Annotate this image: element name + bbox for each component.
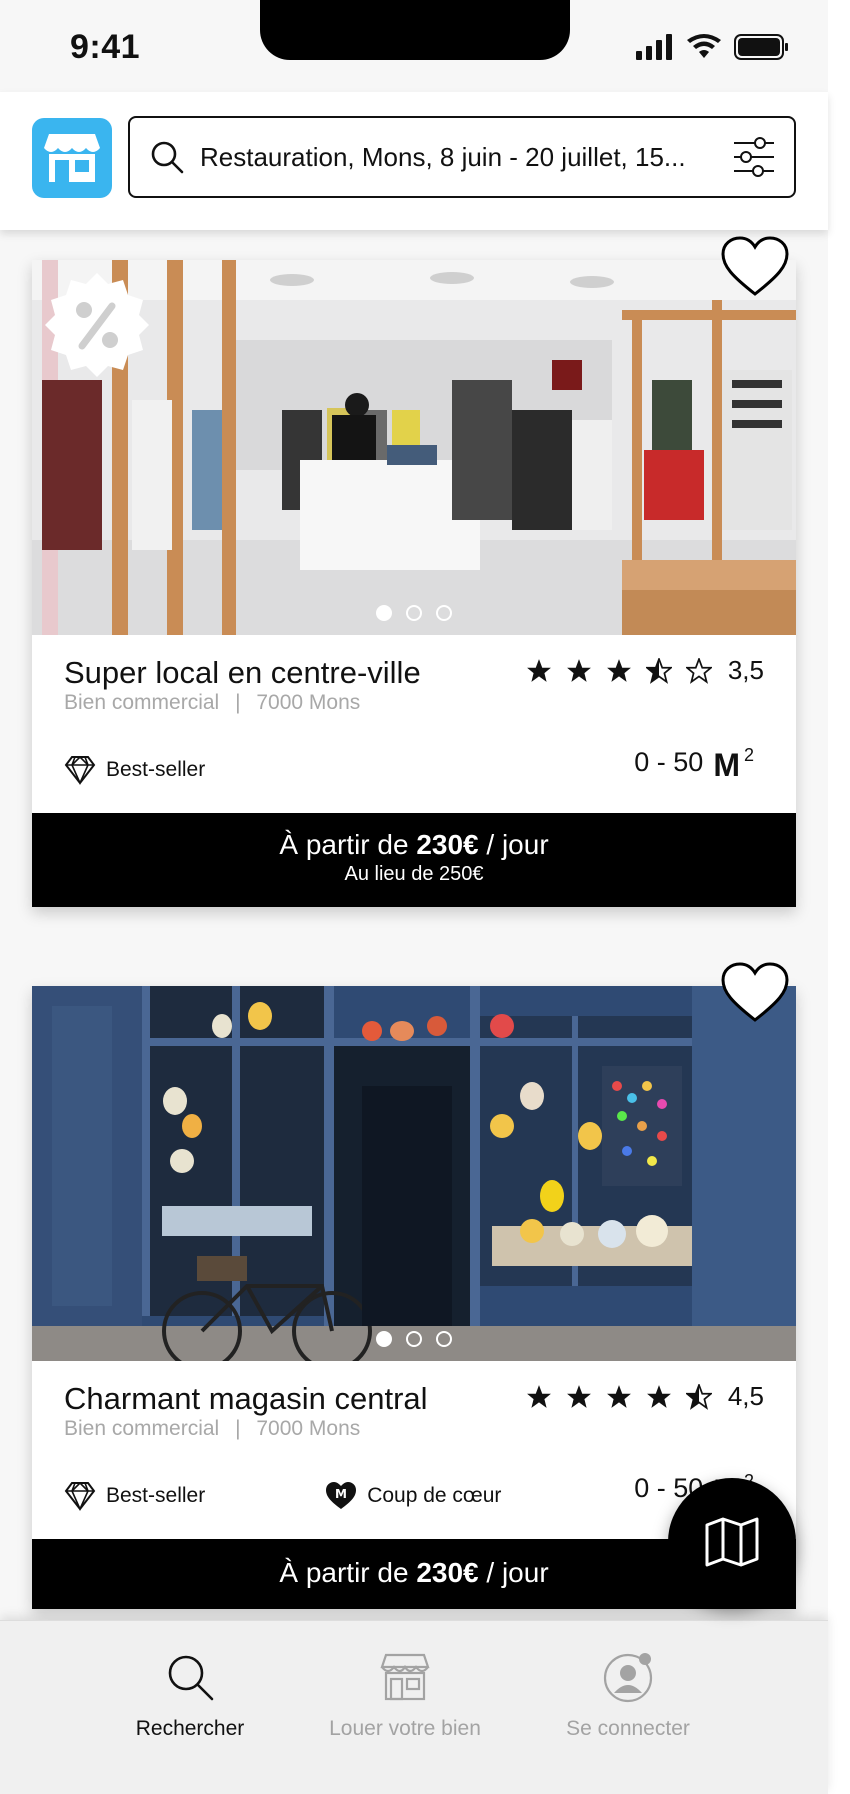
price-suffix: / jour xyxy=(486,1557,549,1588)
listing-location: 7000 Mons xyxy=(256,1417,361,1440)
price-prefix: À partir de xyxy=(279,1557,409,1588)
surface-unit: M xyxy=(713,747,740,783)
app-header: Restauration, Mons, 8 juin - 20 juillet,… xyxy=(0,92,828,230)
search-query[interactable]: Restauration, Mons, 8 juin - 20 juillet,… xyxy=(200,142,714,173)
star-full-icon xyxy=(606,658,631,682)
user-icon xyxy=(603,1653,653,1703)
price-suffix: / jour xyxy=(486,829,549,860)
star-full-icon xyxy=(566,658,591,682)
device-notch xyxy=(260,0,570,60)
rating-value: 3,5 xyxy=(727,655,764,685)
listing-details: Super local en centre-ville Bien commerc… xyxy=(32,635,796,813)
price-line: À partir de 230€ / jour xyxy=(32,829,796,861)
storefront-photo xyxy=(32,986,796,1361)
carousel-indicator xyxy=(32,1331,796,1347)
nav-label: Rechercher xyxy=(135,1717,245,1740)
price-bar[interactable]: À partir de 230€ / jour Au lieu de 250€ xyxy=(32,813,796,907)
filter-settings-icon[interactable] xyxy=(732,135,776,179)
battery-icon xyxy=(734,34,788,60)
tag-label: Coup de cœur xyxy=(367,1484,502,1507)
favorite-heart-icon[interactable] xyxy=(720,962,790,1024)
status-icons xyxy=(636,34,790,60)
map-view-button[interactable] xyxy=(668,1478,796,1606)
surface-value: 0 - 50 xyxy=(634,747,704,777)
star-empty-icon xyxy=(685,657,712,684)
listing-subtitle: Bien commercial | 7000 Mons xyxy=(64,691,360,715)
tag-best-seller: Best-seller xyxy=(64,755,205,785)
star-full-icon xyxy=(606,1384,631,1408)
tag-coup-de-coeur: M Coup de cœur xyxy=(325,1481,501,1511)
surface-range: 0 - 50 M 2 xyxy=(634,745,754,784)
store-icon xyxy=(380,1653,430,1701)
listing-image-carousel[interactable] xyxy=(32,986,796,1361)
search-icon xyxy=(168,1655,214,1701)
carousel-dot[interactable] xyxy=(376,1331,392,1347)
star-half-icon xyxy=(645,657,672,684)
nav-se-connecter[interactable]: Se connecter xyxy=(528,1651,728,1741)
listing-card[interactable]: Super local en centre-ville Bien commerc… xyxy=(32,236,796,907)
tag-label: Best-seller xyxy=(106,1484,206,1507)
search-icon xyxy=(151,141,184,174)
listing-title: Super local en centre-ville xyxy=(64,655,421,690)
carousel-dot[interactable] xyxy=(406,1331,422,1347)
star-full-icon xyxy=(526,658,551,682)
separator: | xyxy=(235,1417,241,1440)
nav-rechercher[interactable]: Rechercher xyxy=(90,1651,290,1741)
star-half-icon xyxy=(685,1383,712,1410)
listing-image-carousel[interactable] xyxy=(32,260,796,635)
listing-subtitle: Bien commercial | 7000 Mons xyxy=(64,1417,360,1441)
diamond-icon xyxy=(64,1481,96,1511)
carousel-indicator xyxy=(32,605,796,621)
favorite-heart-icon[interactable] xyxy=(720,236,790,298)
separator: | xyxy=(235,691,241,714)
price-value: 230€ xyxy=(416,829,479,860)
carousel-dot[interactable] xyxy=(376,605,392,621)
nav-louer-votre-bien[interactable]: Louer votre bien xyxy=(305,1651,505,1741)
rating-value: 4,5 xyxy=(727,1381,764,1411)
status-bar: 9:41 xyxy=(0,0,850,92)
star-full-icon xyxy=(526,1384,551,1408)
nav-label: Se connecter xyxy=(566,1717,690,1740)
price-value: 230€ xyxy=(416,1557,479,1588)
screen-edge xyxy=(828,0,850,1794)
tag-best-seller: Best-seller xyxy=(64,1481,205,1511)
app-logo[interactable] xyxy=(32,118,112,198)
star-full-icon xyxy=(566,1384,591,1408)
discount-badge-icon xyxy=(45,273,149,377)
surface-unit-exponent: 2 xyxy=(743,745,754,765)
search-bar[interactable]: Restauration, Mons, 8 juin - 20 juillet,… xyxy=(128,116,796,198)
heart-m-icon: M xyxy=(326,1482,357,1509)
listing-title: Charmant magasin central xyxy=(64,1381,428,1416)
nav-label: Louer votre bien xyxy=(329,1717,481,1740)
listing-type: Bien commercial xyxy=(64,691,220,714)
listing-feed[interactable]: Super local en centre-ville Bien commerc… xyxy=(0,230,828,1620)
listing-tags: Best-seller M Coup de cœur xyxy=(64,1481,621,1511)
price-old: Au lieu de 250€ xyxy=(344,863,484,885)
rating: 3,5 xyxy=(526,655,764,686)
store-logo-icon xyxy=(44,134,100,182)
tag-label: Best-seller xyxy=(106,758,206,781)
carousel-dot[interactable] xyxy=(436,1331,452,1347)
diamond-icon xyxy=(64,755,96,785)
bottom-navigation: Rechercher Louer votre bien Se connecter xyxy=(0,1620,828,1794)
rating: 4,5 xyxy=(526,1381,764,1412)
star-full-icon xyxy=(646,1384,671,1408)
carousel-dot[interactable] xyxy=(436,605,452,621)
map-icon xyxy=(705,1517,759,1567)
app-screen: 9:41 Restauration, Mons, 8 juin - 20 jui… xyxy=(0,0,850,1794)
listing-type: Bien commercial xyxy=(64,1417,220,1440)
price-prefix: À partir de xyxy=(279,829,409,860)
svg-text:M: M xyxy=(335,1487,347,1501)
listing-tags: Best-seller xyxy=(64,755,325,785)
carousel-dot[interactable] xyxy=(406,605,422,621)
listing-location: 7000 Mons xyxy=(256,691,361,714)
signal-icon xyxy=(636,34,672,60)
status-time: 9:41 xyxy=(70,28,141,66)
wifi-icon xyxy=(687,34,721,58)
